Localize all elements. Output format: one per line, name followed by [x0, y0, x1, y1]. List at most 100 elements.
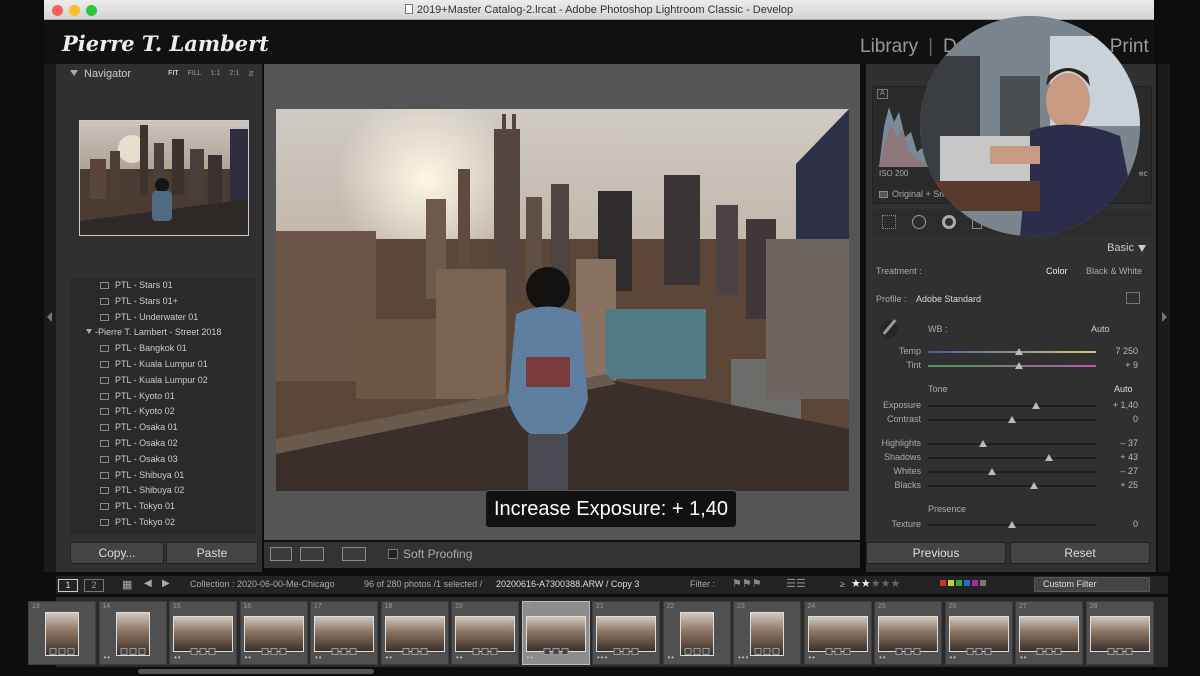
preset-item[interactable]: PTL - Osaka 02	[100, 438, 178, 453]
right-panel-toggle[interactable]	[1158, 64, 1170, 572]
slider-exposure[interactable]: Exposure + 1,40	[866, 400, 1156, 412]
white-balance-eyedropper-icon[interactable]	[880, 319, 898, 338]
crop-tool-icon[interactable]	[882, 215, 896, 229]
preset-item[interactable]: PTL - Kuala Lumpur 01	[100, 359, 208, 374]
zoom-2-1[interactable]: 2:1	[229, 70, 239, 78]
rating-star-icon[interactable]: ★	[871, 578, 881, 590]
filmstrip-cell[interactable]: 22 ••	[662, 601, 731, 665]
slider-temp[interactable]: Temp 7 250	[866, 346, 1156, 358]
filmstrip-cell[interactable]: 28	[1085, 601, 1154, 665]
slider-value[interactable]: + 25	[1104, 480, 1138, 490]
slider-blacks[interactable]: Blacks + 25	[866, 480, 1156, 492]
navigator-header[interactable]: Navigator FIT FILL 1:1 2:1 ⇵	[70, 68, 260, 86]
edit-filter-icons[interactable]: ☰☰	[786, 577, 806, 590]
slider-thumb[interactable]	[1044, 454, 1053, 461]
navigator-preview[interactable]	[79, 120, 249, 236]
slider-thumb[interactable]	[1008, 521, 1016, 528]
filmstrip-cell[interactable]: 16 ••	[239, 601, 308, 665]
wb-select[interactable]: Auto	[1091, 324, 1110, 334]
filmstrip-cell[interactable]: 15 ••	[169, 601, 237, 665]
zoom-fit[interactable]: FIT	[168, 70, 179, 78]
slider-contrast[interactable]: Contrast 0	[866, 414, 1156, 426]
filmstrip-cell[interactable]: 18 ••	[380, 601, 449, 665]
preset-item[interactable]: PTL - Stars 01	[100, 280, 173, 295]
slider-track[interactable]	[928, 402, 1096, 409]
copy-settings-button[interactable]: Copy...	[70, 542, 164, 564]
slider-track[interactable]	[928, 468, 1096, 475]
rating-filter-stars[interactable]: ★★★★★	[851, 577, 900, 590]
preset-item[interactable]: PTL - Kuala Lumpur 02	[100, 375, 208, 390]
filmstrip-cell[interactable]: 27 ••	[1015, 601, 1083, 665]
filmstrip-cell[interactable]: 25 ••	[874, 601, 942, 665]
filmstrip-cell[interactable]: 24 ••	[803, 601, 872, 665]
main-monitor-button[interactable]: 1	[58, 579, 78, 592]
preset-item[interactable]: PTL - Tokyo 02	[100, 517, 175, 532]
preset-item[interactable]: PTL - Stars 01+	[100, 296, 178, 311]
rating-star-icon[interactable]: ★	[881, 578, 891, 590]
slider-thumb[interactable]	[979, 440, 988, 447]
filmstrip-cell[interactable]: 21 •••	[592, 601, 660, 665]
red-eye-icon[interactable]	[942, 215, 956, 229]
slider-value[interactable]: + 9	[1104, 360, 1138, 370]
module-library[interactable]: Library	[860, 36, 918, 58]
slider-value[interactable]: + 43	[1104, 452, 1138, 462]
loupe-view-icon[interactable]	[270, 547, 292, 561]
filmstrip-cell[interactable]: 26 ••	[944, 601, 1013, 665]
slider-value[interactable]: – 37	[1104, 438, 1138, 448]
filmstrip-cell[interactable]: 20 ••	[521, 601, 590, 665]
module-print[interactable]: Print	[1110, 36, 1149, 58]
profile-browser-icon[interactable]	[1126, 292, 1140, 304]
flag-filter-icons[interactable]: ⚑⚑⚑	[732, 577, 762, 590]
preset-item[interactable]: PTL - Kyoto 01	[100, 391, 175, 406]
grid-view-icon[interactable]: ▦	[122, 578, 132, 591]
zoom-fill[interactable]: FILL	[188, 70, 202, 78]
selected-filename[interactable]: 20200616-A7300388.ARW / Copy 3	[496, 579, 639, 589]
soft-proofing-checkbox[interactable]	[388, 549, 398, 559]
filmstrip-cell[interactable]: 23 •••	[733, 601, 801, 665]
slider-track[interactable]	[928, 362, 1096, 369]
slider-track[interactable]	[928, 416, 1096, 423]
rating-operator[interactable]: ≥	[840, 579, 845, 589]
paste-settings-button[interactable]: Paste	[166, 542, 258, 564]
slider-thumb[interactable]	[1029, 482, 1038, 489]
rating-star-icon[interactable]: ★	[851, 578, 861, 590]
forward-arrow-icon[interactable]: ▶	[162, 578, 170, 589]
preset-folder[interactable]: -Pierre T. Lambert - Street 2018	[86, 327, 221, 342]
slider-value[interactable]: 0	[1104, 414, 1138, 424]
slider-track[interactable]	[928, 482, 1096, 489]
main-photo[interactable]	[276, 109, 849, 491]
slider-thumb[interactable]	[1014, 348, 1023, 355]
slider-value[interactable]: 7 250	[1104, 346, 1138, 356]
back-arrow-icon[interactable]: ◀	[144, 578, 152, 589]
filmstrip-cell[interactable]: 14 ••	[98, 601, 167, 665]
preset-item[interactable]: PTL - Kyoto 02	[100, 406, 175, 421]
slider-track[interactable]	[928, 440, 1096, 447]
slider-track[interactable]	[928, 348, 1096, 355]
preset-item[interactable]: PTL - Tokyo 01	[100, 501, 175, 516]
before-after-split-icon[interactable]	[342, 547, 366, 561]
basic-panel-header[interactable]: Basic	[866, 240, 1156, 258]
slider-whites[interactable]: Whites – 27	[866, 466, 1156, 478]
before-after-icon[interactable]	[300, 547, 324, 561]
left-panel-toggle[interactable]	[44, 64, 56, 572]
filmstrip-cell[interactable]: 17 ••	[310, 601, 378, 665]
slider-texture[interactable]: Texture 0	[866, 519, 1156, 531]
filmstrip-scrollbar[interactable]	[138, 669, 374, 674]
preset-item[interactable]: PTL - Bangkok 01	[100, 343, 187, 358]
reset-button[interactable]: Reset	[1010, 542, 1150, 564]
custom-filter-select[interactable]: Custom Filter	[1034, 577, 1150, 592]
preset-item[interactable]: PTL - Osaka 01	[100, 422, 178, 437]
spot-removal-icon[interactable]	[912, 215, 926, 229]
collection-source[interactable]: Collection : 2020-06-00-Me-Chicago	[190, 579, 335, 589]
slider-value[interactable]: 0	[1104, 519, 1138, 529]
profile-select[interactable]: Adobe Standard	[916, 294, 981, 304]
preset-item[interactable]: PTL - Underwater 01	[100, 312, 198, 327]
slider-value[interactable]: + 1,40	[1104, 400, 1138, 410]
zoom-1-1[interactable]: 1:1	[211, 70, 221, 78]
preset-item[interactable]: PTL - Shibuya 02	[100, 485, 184, 500]
show-original-toggle[interactable]: Original + Sm	[879, 189, 947, 199]
slider-track[interactable]	[928, 521, 1096, 528]
slider-shadows[interactable]: Shadows + 43	[866, 452, 1156, 464]
slider-value[interactable]: – 27	[1104, 466, 1138, 476]
filmstrip-cell[interactable]: 13	[28, 601, 96, 665]
